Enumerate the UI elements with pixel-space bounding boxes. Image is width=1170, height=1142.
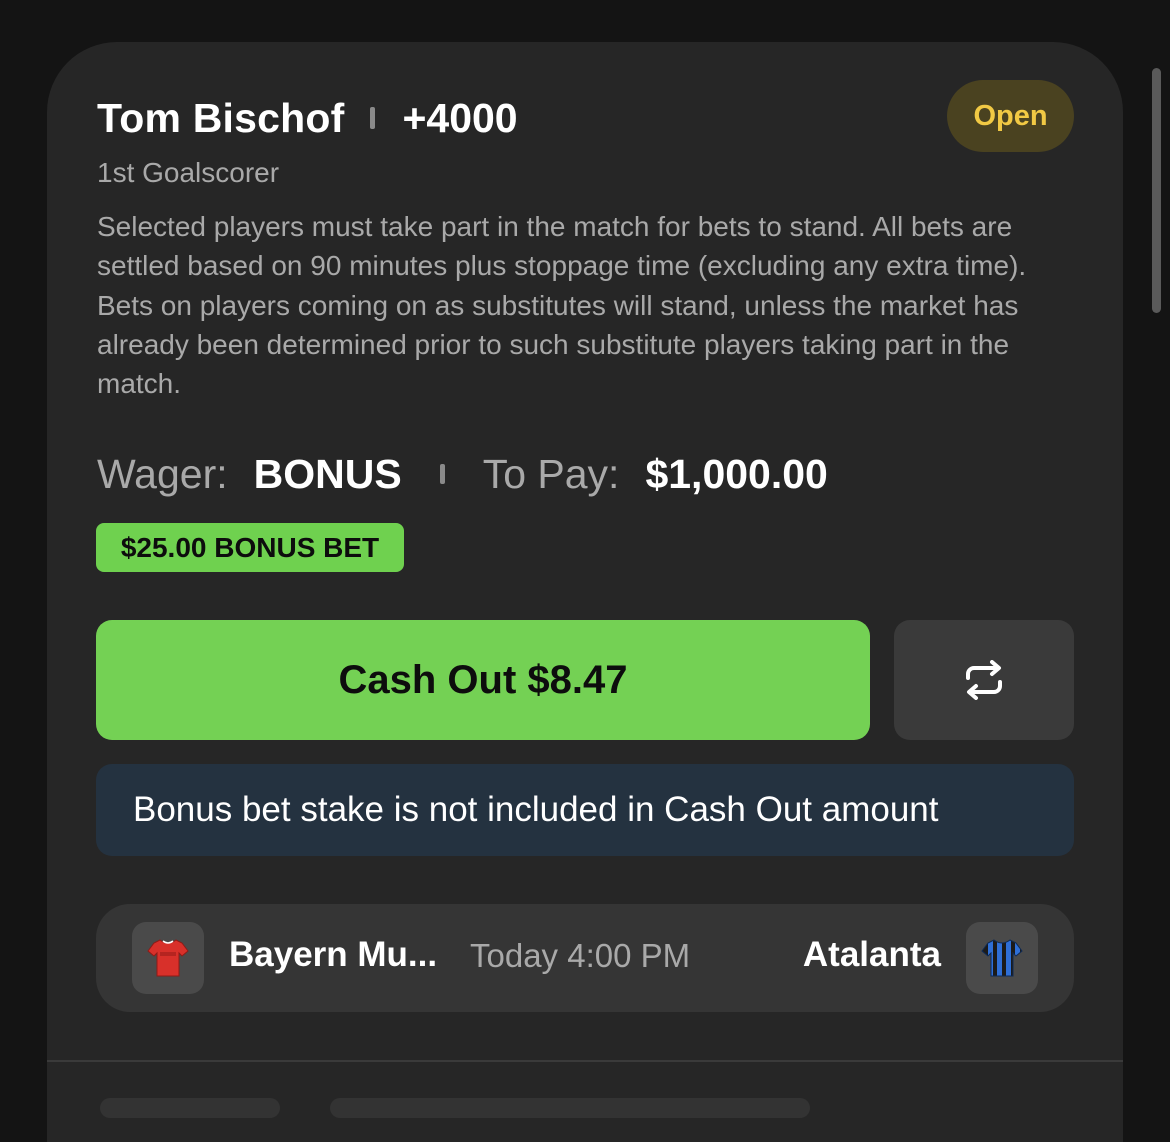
- section-divider: [47, 1060, 1123, 1062]
- player-name: Tom Bischof: [97, 94, 345, 141]
- match-time: Today 4:00 PM: [470, 937, 691, 974]
- scrollbar[interactable]: [1152, 68, 1161, 313]
- away-team-name: Atalanta: [802, 935, 941, 974]
- cash-out-info-banner: Bonus bet stake is not included in Cash …: [96, 764, 1074, 856]
- home-jersey: [132, 922, 204, 994]
- status-badge: Open: [947, 80, 1074, 152]
- bet-header: Tom Bischof +4000: [97, 95, 518, 141]
- home-team-name: Bayern Mu...: [229, 935, 438, 974]
- next-section-chip: [100, 1098, 280, 1118]
- next-section-chip: [330, 1098, 810, 1118]
- red-jersey-icon: [147, 939, 189, 977]
- bet-odds: +4000: [402, 94, 518, 141]
- wager-label: Wager:: [97, 450, 228, 497]
- market-name: 1st Goalscorer: [97, 157, 280, 188]
- cash-out-button[interactable]: Cash Out $8.47: [96, 620, 870, 740]
- to-pay-value: $1,000.00: [645, 450, 828, 497]
- reuse-selection-button[interactable]: [894, 620, 1074, 740]
- to-pay-label: To Pay:: [482, 450, 620, 497]
- match-row[interactable]: Bayern Mu... Today 4:00 PM Atalanta: [96, 904, 1074, 1012]
- market-rules: Selected players must take part in the m…: [97, 211, 1027, 400]
- header-separator: [370, 107, 376, 129]
- bonus-bet-badge: $25.00 BONUS BET: [96, 523, 404, 572]
- blue-black-striped-jersey-icon: [981, 939, 1023, 977]
- info-banner-text: Bonus bet stake is not included in Cash …: [133, 790, 939, 829]
- away-jersey: [966, 922, 1038, 994]
- wager-row: Wager: BONUS To Pay: $1,000.00: [97, 448, 828, 500]
- wager-separator: [439, 464, 445, 484]
- wager-value: BONUS: [253, 450, 402, 497]
- repeat-icon: [966, 660, 1002, 700]
